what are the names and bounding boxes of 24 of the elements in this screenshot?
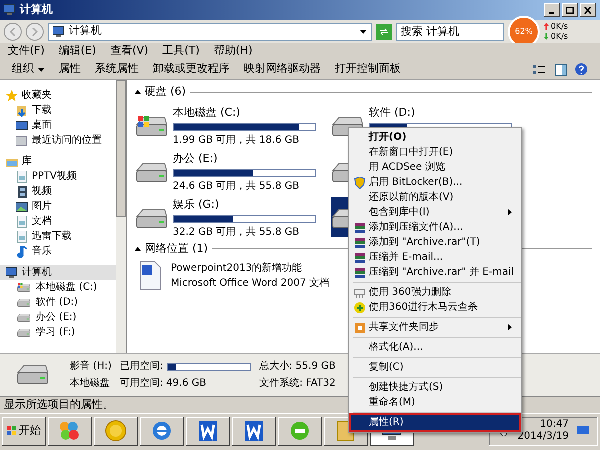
drive-free-space: 1.99 GB 可用，共 18.6 GB <box>173 134 300 148</box>
network-item-type: Microsoft Office Word 2007 文档 <box>171 276 330 291</box>
drive-free-space: 24.6 GB 可用，共 55.8 GB <box>173 180 300 194</box>
details-drive-type: 本地磁盘 <box>70 376 111 391</box>
window-title: 计算机 <box>20 2 53 18</box>
drive-name: 办公 (E:) <box>173 150 219 166</box>
status-text: 显示所选项目的属性。 <box>4 396 114 413</box>
clock-time: 10:47 <box>540 419 569 431</box>
network-item-name: Powerpoint2013的新增功能 <box>171 262 304 276</box>
drive-name: 软件 (D:) <box>369 104 416 120</box>
upload-speed: 0K/s <box>551 22 568 32</box>
drive-name: 本地磁盘 (C:) <box>173 104 242 120</box>
drive-free-space: 32.2 GB 可用，共 55.8 GB <box>173 226 300 240</box>
clock-date: 2014/3/19 <box>518 431 569 443</box>
details-label: 已用空间: <box>120 360 164 374</box>
section-heading: 网络位置 (1) <box>145 240 208 256</box>
details-total-size: 总大小: 55.9 GB <box>259 360 336 374</box>
drive-name: 娱乐 (G:) <box>173 196 220 212</box>
details-file-system: 文件系统: FAT32 <box>260 376 336 391</box>
address-path: 计算机 <box>69 23 102 40</box>
section-heading: 硬盘 (6) <box>145 84 186 100</box>
details-free-space: 可用空间: 49.6 GB <box>120 376 208 391</box>
details-drive-name: 影音 (H:) <box>70 360 112 374</box>
download-speed: 0K/s <box>551 32 568 42</box>
